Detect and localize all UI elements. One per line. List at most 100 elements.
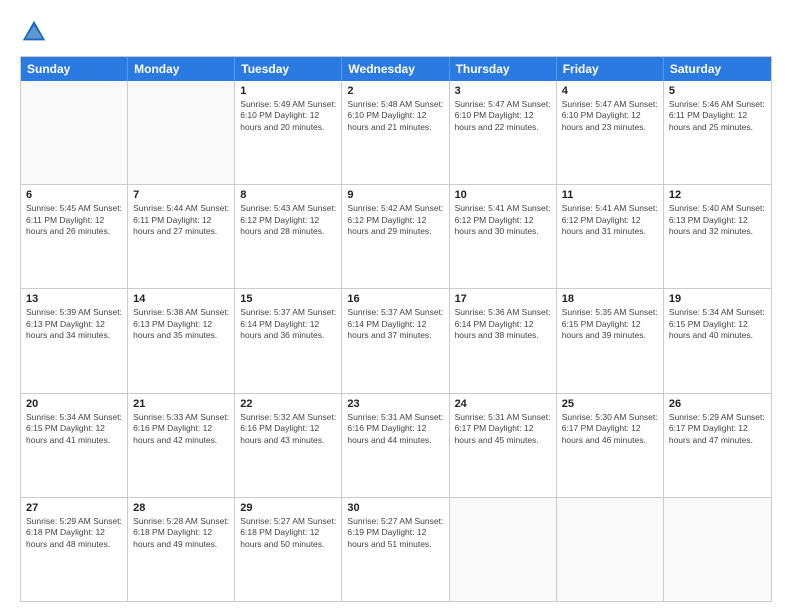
day-number: 3 bbox=[455, 85, 551, 97]
day-info: Sunrise: 5:27 AM Sunset: 6:19 PM Dayligh… bbox=[347, 516, 443, 550]
day-info: Sunrise: 5:41 AM Sunset: 6:12 PM Dayligh… bbox=[455, 203, 551, 237]
calendar-body: 1 Sunrise: 5:49 AM Sunset: 6:10 PM Daylig… bbox=[21, 81, 771, 601]
calendar-cell: 17Sunrise: 5:36 AM Sunset: 6:14 PM Dayli… bbox=[450, 289, 557, 392]
calendar-cell bbox=[664, 498, 771, 601]
calendar-cell bbox=[128, 81, 235, 184]
day-number: 5 bbox=[669, 85, 766, 97]
day-info: Sunrise: 5:46 AM Sunset: 6:11 PM Dayligh… bbox=[669, 99, 766, 133]
calendar-cell: 8 Sunrise: 5:43 AM Sunset: 6:12 PM Daylig… bbox=[235, 185, 342, 288]
day-number: 14 bbox=[133, 293, 229, 305]
day-info: Sunrise: 5:30 AM Sunset: 6:17 PM Dayligh… bbox=[562, 412, 658, 446]
calendar-cell: 30Sunrise: 5:27 AM Sunset: 6:19 PM Dayli… bbox=[342, 498, 449, 601]
header-day-friday: Friday bbox=[557, 57, 664, 81]
calendar-cell: 5 Sunrise: 5:46 AM Sunset: 6:11 PM Daylig… bbox=[664, 81, 771, 184]
day-number: 1 bbox=[240, 85, 336, 97]
day-info: Sunrise: 5:47 AM Sunset: 6:10 PM Dayligh… bbox=[455, 99, 551, 133]
day-number: 8 bbox=[240, 189, 336, 201]
day-info: Sunrise: 5:37 AM Sunset: 6:14 PM Dayligh… bbox=[240, 307, 336, 341]
day-number: 18 bbox=[562, 293, 658, 305]
day-number: 28 bbox=[133, 502, 229, 514]
calendar-row-3: 20 Sunrise: 5:34 AM Sunset: 6:15 PM Dayli… bbox=[21, 393, 771, 497]
calendar-cell: 1 Sunrise: 5:49 AM Sunset: 6:10 PM Daylig… bbox=[235, 81, 342, 184]
calendar-cell: 7Sunrise: 5:44 AM Sunset: 6:11 PM Daylig… bbox=[128, 185, 235, 288]
day-number: 15 bbox=[240, 293, 336, 305]
calendar-cell: 22 Sunrise: 5:32 AM Sunset: 6:16 PM Dayli… bbox=[235, 394, 342, 497]
day-number: 16 bbox=[347, 293, 443, 305]
day-info: Sunrise: 5:28 AM Sunset: 6:18 PM Dayligh… bbox=[133, 516, 229, 550]
day-number: 22 bbox=[240, 398, 336, 410]
calendar-cell: 6 Sunrise: 5:45 AM Sunset: 6:11 PM Daylig… bbox=[21, 185, 128, 288]
calendar-cell: 27Sunrise: 5:29 AM Sunset: 6:18 PM Dayli… bbox=[21, 498, 128, 601]
header-day-wednesday: Wednesday bbox=[342, 57, 449, 81]
calendar-cell: 4 Sunrise: 5:47 AM Sunset: 6:10 PM Daylig… bbox=[557, 81, 664, 184]
day-number: 13 bbox=[26, 293, 122, 305]
calendar-cell: 24Sunrise: 5:31 AM Sunset: 6:17 PM Dayli… bbox=[450, 394, 557, 497]
calendar-cell bbox=[21, 81, 128, 184]
calendar-cell: 10Sunrise: 5:41 AM Sunset: 6:12 PM Dayli… bbox=[450, 185, 557, 288]
day-info: Sunrise: 5:31 AM Sunset: 6:16 PM Dayligh… bbox=[347, 412, 443, 446]
calendar-cell: 2Sunrise: 5:48 AM Sunset: 6:10 PM Daylig… bbox=[342, 81, 449, 184]
day-info: Sunrise: 5:32 AM Sunset: 6:16 PM Dayligh… bbox=[240, 412, 336, 446]
day-info: Sunrise: 5:35 AM Sunset: 6:15 PM Dayligh… bbox=[562, 307, 658, 341]
calendar-cell: 12 Sunrise: 5:40 AM Sunset: 6:13 PM Dayli… bbox=[664, 185, 771, 288]
calendar-row-4: 27Sunrise: 5:29 AM Sunset: 6:18 PM Dayli… bbox=[21, 497, 771, 601]
header-day-sunday: Sunday bbox=[21, 57, 128, 81]
logo bbox=[20, 18, 50, 46]
calendar-cell: 23Sunrise: 5:31 AM Sunset: 6:16 PM Dayli… bbox=[342, 394, 449, 497]
calendar-cell: 3 Sunrise: 5:47 AM Sunset: 6:10 PM Daylig… bbox=[450, 81, 557, 184]
calendar-cell bbox=[557, 498, 664, 601]
day-info: Sunrise: 5:40 AM Sunset: 6:13 PM Dayligh… bbox=[669, 203, 766, 237]
day-info: Sunrise: 5:42 AM Sunset: 6:12 PM Dayligh… bbox=[347, 203, 443, 237]
calendar-cell bbox=[450, 498, 557, 601]
header bbox=[20, 18, 772, 46]
day-number: 6 bbox=[26, 189, 122, 201]
calendar-row-2: 13 Sunrise: 5:39 AM Sunset: 6:13 PM Dayli… bbox=[21, 288, 771, 392]
day-info: Sunrise: 5:44 AM Sunset: 6:11 PM Dayligh… bbox=[133, 203, 229, 237]
calendar-cell: 28 Sunrise: 5:28 AM Sunset: 6:18 PM Dayli… bbox=[128, 498, 235, 601]
day-number: 9 bbox=[347, 189, 443, 201]
header-day-saturday: Saturday bbox=[664, 57, 771, 81]
calendar-cell: 26 Sunrise: 5:29 AM Sunset: 6:17 PM Dayli… bbox=[664, 394, 771, 497]
day-info: Sunrise: 5:33 AM Sunset: 6:16 PM Dayligh… bbox=[133, 412, 229, 446]
day-number: 4 bbox=[562, 85, 658, 97]
calendar-cell: 21 Sunrise: 5:33 AM Sunset: 6:16 PM Dayli… bbox=[128, 394, 235, 497]
calendar-row-1: 6 Sunrise: 5:45 AM Sunset: 6:11 PM Daylig… bbox=[21, 184, 771, 288]
day-info: Sunrise: 5:27 AM Sunset: 6:18 PM Dayligh… bbox=[240, 516, 336, 550]
day-info: Sunrise: 5:39 AM Sunset: 6:13 PM Dayligh… bbox=[26, 307, 122, 341]
day-info: Sunrise: 5:29 AM Sunset: 6:17 PM Dayligh… bbox=[669, 412, 766, 446]
calendar-cell: 16 Sunrise: 5:37 AM Sunset: 6:14 PM Dayli… bbox=[342, 289, 449, 392]
logo-icon bbox=[20, 18, 48, 46]
calendar-cell: 15 Sunrise: 5:37 AM Sunset: 6:14 PM Dayli… bbox=[235, 289, 342, 392]
day-info: Sunrise: 5:49 AM Sunset: 6:10 PM Dayligh… bbox=[240, 99, 336, 133]
calendar-cell: 25 Sunrise: 5:30 AM Sunset: 6:17 PM Dayli… bbox=[557, 394, 664, 497]
calendar-cell: 13 Sunrise: 5:39 AM Sunset: 6:13 PM Dayli… bbox=[21, 289, 128, 392]
day-number: 26 bbox=[669, 398, 766, 410]
day-number: 20 bbox=[26, 398, 122, 410]
header-day-tuesday: Tuesday bbox=[235, 57, 342, 81]
day-info: Sunrise: 5:47 AM Sunset: 6:10 PM Dayligh… bbox=[562, 99, 658, 133]
day-number: 29 bbox=[240, 502, 336, 514]
day-number: 21 bbox=[133, 398, 229, 410]
calendar-row-0: 1 Sunrise: 5:49 AM Sunset: 6:10 PM Daylig… bbox=[21, 81, 771, 184]
day-number: 19 bbox=[669, 293, 766, 305]
calendar-cell: 19 Sunrise: 5:34 AM Sunset: 6:15 PM Dayli… bbox=[664, 289, 771, 392]
day-number: 11 bbox=[562, 189, 658, 201]
calendar-header: SundayMondayTuesdayWednesdayThursdayFrid… bbox=[21, 57, 771, 81]
calendar-cell: 18 Sunrise: 5:35 AM Sunset: 6:15 PM Dayli… bbox=[557, 289, 664, 392]
day-number: 17 bbox=[455, 293, 551, 305]
day-number: 25 bbox=[562, 398, 658, 410]
day-info: Sunrise: 5:38 AM Sunset: 6:13 PM Dayligh… bbox=[133, 307, 229, 341]
day-info: Sunrise: 5:41 AM Sunset: 6:12 PM Dayligh… bbox=[562, 203, 658, 237]
calendar: SundayMondayTuesdayWednesdayThursdayFrid… bbox=[20, 56, 772, 602]
day-info: Sunrise: 5:48 AM Sunset: 6:10 PM Dayligh… bbox=[347, 99, 443, 133]
day-info: Sunrise: 5:34 AM Sunset: 6:15 PM Dayligh… bbox=[26, 412, 122, 446]
day-info: Sunrise: 5:37 AM Sunset: 6:14 PM Dayligh… bbox=[347, 307, 443, 341]
day-number: 12 bbox=[669, 189, 766, 201]
day-number: 24 bbox=[455, 398, 551, 410]
header-day-thursday: Thursday bbox=[450, 57, 557, 81]
day-info: Sunrise: 5:43 AM Sunset: 6:12 PM Dayligh… bbox=[240, 203, 336, 237]
calendar-cell: 9 Sunrise: 5:42 AM Sunset: 6:12 PM Daylig… bbox=[342, 185, 449, 288]
day-info: Sunrise: 5:45 AM Sunset: 6:11 PM Dayligh… bbox=[26, 203, 122, 237]
day-info: Sunrise: 5:34 AM Sunset: 6:15 PM Dayligh… bbox=[669, 307, 766, 341]
day-number: 27 bbox=[26, 502, 122, 514]
